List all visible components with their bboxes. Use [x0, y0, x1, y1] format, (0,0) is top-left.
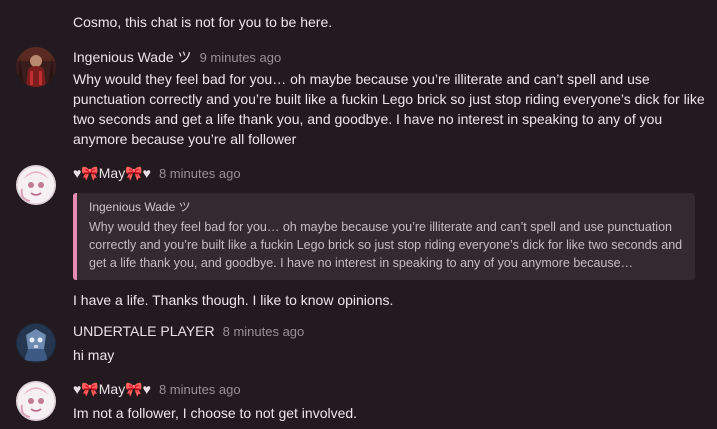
- user-avatar[interactable]: [16, 381, 56, 421]
- undertale-avatar-icon: [16, 323, 56, 363]
- user-avatar[interactable]: [16, 47, 56, 87]
- message-text: Why would they feel bad for you… oh mayb…: [73, 71, 705, 147]
- may-avatar-icon: [16, 165, 56, 205]
- username[interactable]: UNDERTALE PLAYER: [73, 323, 215, 339]
- message-text: Im not a follower, I choose to not get i…: [73, 405, 358, 421]
- timestamp: 8 minutes ago: [158, 166, 241, 181]
- timestamp: 8 minutes ago: [222, 324, 305, 339]
- reply-quote[interactable]: Ingenious Wade ツ Why would they feel bad…: [73, 193, 695, 280]
- timestamp: 8 minutes ago: [158, 382, 241, 397]
- message-text: hi may: [73, 347, 115, 363]
- reply-author: Ingenious Wade ツ: [89, 200, 191, 214]
- message-text: I have a life. Thanks though. I like to …: [73, 292, 394, 308]
- user-avatar[interactable]: [16, 323, 56, 363]
- message-text: Cosmo, this chat is not for you to be he…: [73, 14, 333, 30]
- username[interactable]: ♥🎀May🎀♥: [73, 165, 151, 182]
- wade-avatar-icon: [16, 47, 56, 87]
- user-avatar[interactable]: [16, 165, 56, 205]
- chat-feed: Cosmo, this chat is not for you to be he…: [0, 0, 717, 429]
- username[interactable]: Ingenious Wade ツ: [73, 47, 192, 67]
- reply-text: Why would they feel bad for you… oh mayb…: [89, 220, 683, 270]
- timestamp: 9 minutes ago: [199, 50, 282, 65]
- may-avatar-icon: [16, 381, 56, 421]
- username[interactable]: ♥🎀May🎀♥: [73, 381, 151, 398]
